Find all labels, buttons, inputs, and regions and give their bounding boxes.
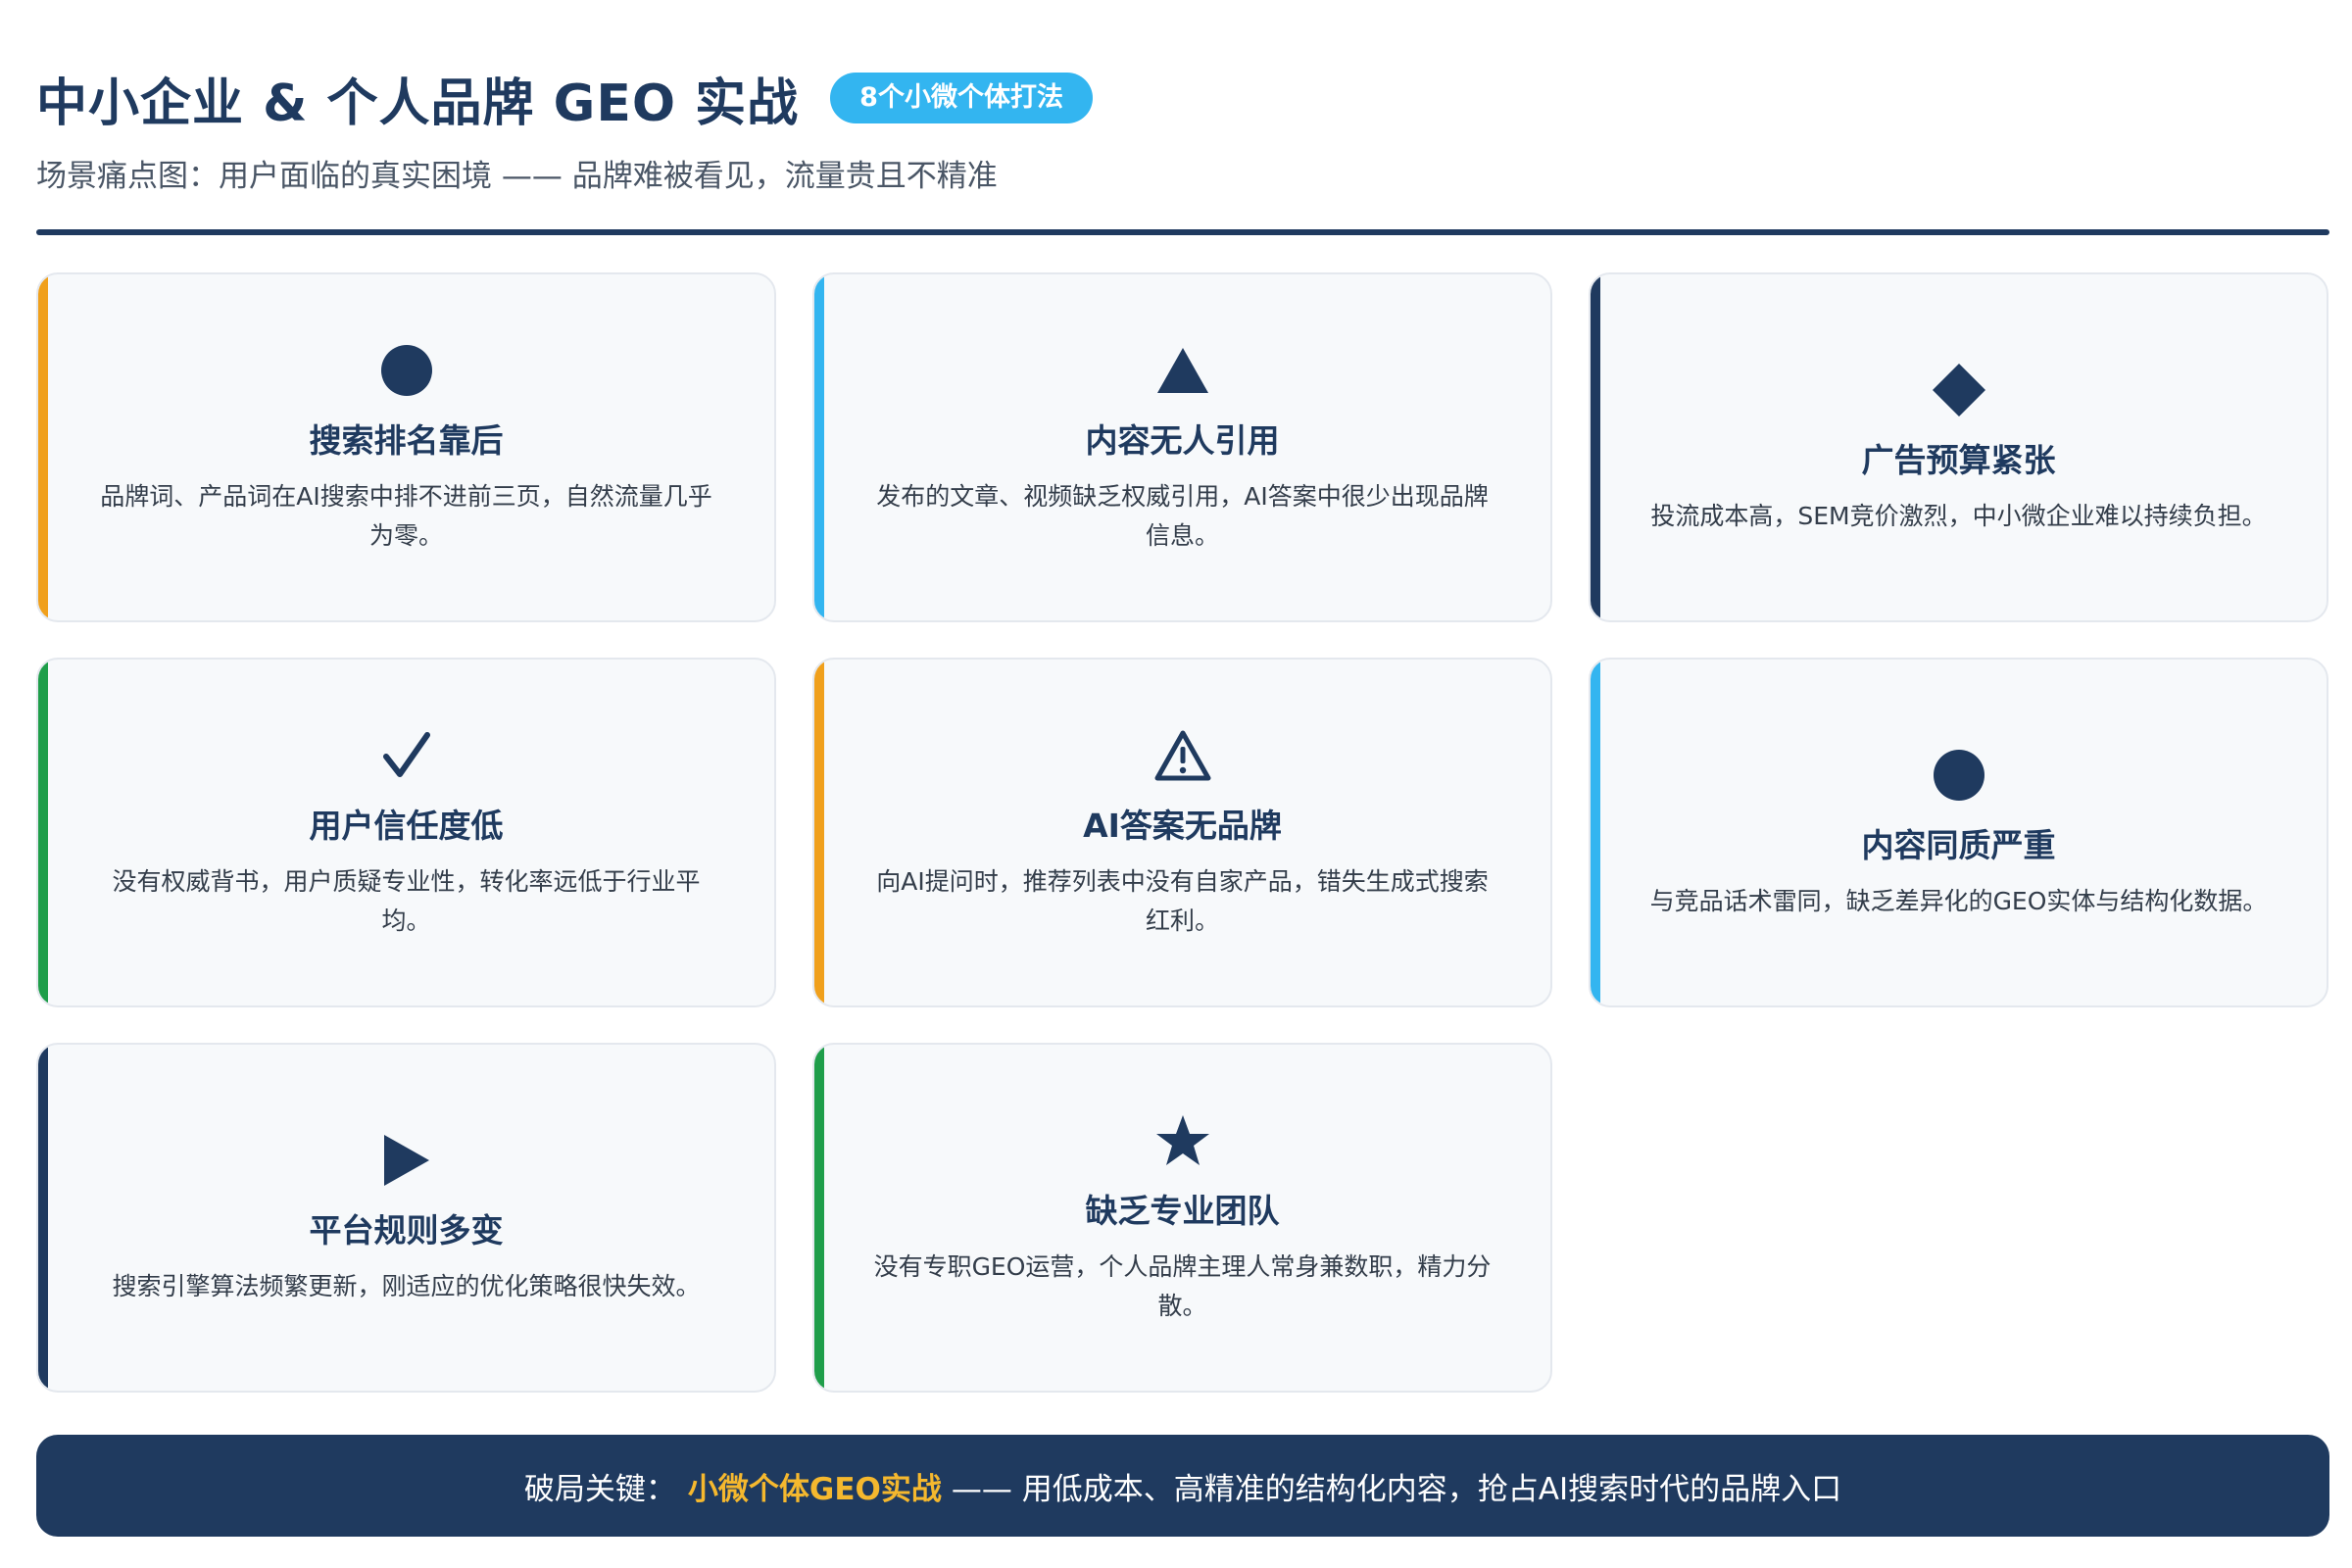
footer-suffix: —— 用低成本、高精准的结构化内容，抢占AI搜索时代的品牌入口 [951, 1471, 1842, 1507]
card-title: 缺乏专业团队 [1085, 1191, 1280, 1230]
card-accent-bar [814, 660, 824, 1005]
card-accent-bar [38, 274, 48, 620]
card-title: 用户信任度低 [309, 806, 504, 845]
footer-banner: 破局关键： 小微个体GEO实战 —— 用低成本、高精准的结构化内容，抢占AI搜索… [36, 1435, 2329, 1537]
page-title: 中小企业 & 个人品牌 GEO 实战 [36, 74, 800, 133]
page-subtitle: 场景痛点图：用户面临的真实困境 —— 品牌难被看见，流量贵且不精准 [36, 159, 998, 194]
card-accent-bar [1591, 660, 1600, 1005]
card-description: 与竞品话术雷同，缺乏差异化的GEO实体与结构化数据。 [1649, 886, 2268, 915]
pain-card: 广告预算紧张 投流成本高，SEM竞价激烈，中小微企业难以持续负担。 [1589, 272, 2328, 622]
card-accent-bar [814, 274, 824, 620]
pain-point-grid: 搜索排名靠后 品牌词、产品词在AI搜索中排不进前三页，自然流量几乎为零。 内容无… [36, 272, 2329, 1393]
pain-card: 内容无人引用 发布的文章、视频缺乏权威引用，AI答案中很少出现品牌信息。 [812, 272, 1552, 622]
card-description: 没有专职GEO运营，个人品牌主理人常身兼数职，精力分散。 [873, 1251, 1492, 1320]
card-title: 内容同质严重 [1861, 825, 2056, 864]
star-icon [1154, 1110, 1211, 1171]
card-title: 内容无人引用 [1085, 420, 1280, 460]
card-description: 发布的文章、视频缺乏权威引用，AI答案中很少出现品牌信息。 [876, 481, 1489, 550]
pain-card: AI答案无品牌 向AI提问时，推荐列表中没有自家产品，错失生成式搜索红利。 [812, 658, 1552, 1007]
count-badge: 8个小微个体打法 [830, 73, 1093, 123]
play-icon [382, 1130, 431, 1191]
card-title: 搜索排名靠后 [309, 420, 504, 460]
warning-icon [1154, 725, 1211, 786]
circle-icon [1932, 745, 1986, 806]
card-accent-bar [38, 660, 48, 1005]
card-description: 向AI提问时，推荐列表中没有自家产品，错失生成式搜索红利。 [876, 866, 1489, 935]
card-accent-bar [1591, 274, 1600, 620]
title-row: 中小企业 & 个人品牌 GEO 实战 8个小微个体打法 [36, 59, 2329, 137]
card-title: AI答案无品牌 [1083, 806, 1282, 845]
pain-card: 平台规则多变 搜索引擎算法频繁更新，刚适应的优化策略很快失效。 [36, 1043, 776, 1393]
check-icon [382, 725, 431, 786]
pain-card: 搜索排名靠后 品牌词、产品词在AI搜索中排不进前三页，自然流量几乎为零。 [36, 272, 776, 622]
header: 中小企业 & 个人品牌 GEO 实战 8个小微个体打法 场景痛点图：用户面临的真… [36, 59, 2329, 195]
pain-card: 内容同质严重 与竞品话术雷同，缺乏差异化的GEO实体与结构化数据。 [1589, 658, 2328, 1007]
pain-card: 缺乏专业团队 没有专职GEO运营，个人品牌主理人常身兼数职，精力分散。 [812, 1043, 1552, 1393]
card-title: 广告预算紧张 [1861, 440, 2056, 479]
pain-card: 用户信任度低 没有权威背书，用户质疑专业性，转化率远低于行业平均。 [36, 658, 776, 1007]
card-description: 投流成本高，SEM竞价激烈，中小微企业难以持续负担。 [1650, 501, 2267, 530]
card-description: 没有权威背书，用户质疑专业性，转化率远低于行业平均。 [112, 866, 701, 935]
diamond-icon [1931, 360, 1987, 420]
card-description: 品牌词、产品词在AI搜索中排不进前三页，自然流量几乎为零。 [100, 481, 712, 550]
circle-icon [379, 340, 434, 401]
card-title: 平台规则多变 [309, 1210, 504, 1250]
footer-highlight: 小微个体GEO实战 [687, 1471, 942, 1507]
header-divider [36, 229, 2329, 235]
card-accent-bar [38, 1045, 48, 1391]
card-accent-bar [814, 1045, 824, 1391]
footer-prefix: 破局关键： [523, 1471, 676, 1507]
card-description: 搜索引擎算法频繁更新，刚适应的优化策略很快失效。 [112, 1271, 701, 1300]
triangle-icon [1155, 340, 1210, 401]
